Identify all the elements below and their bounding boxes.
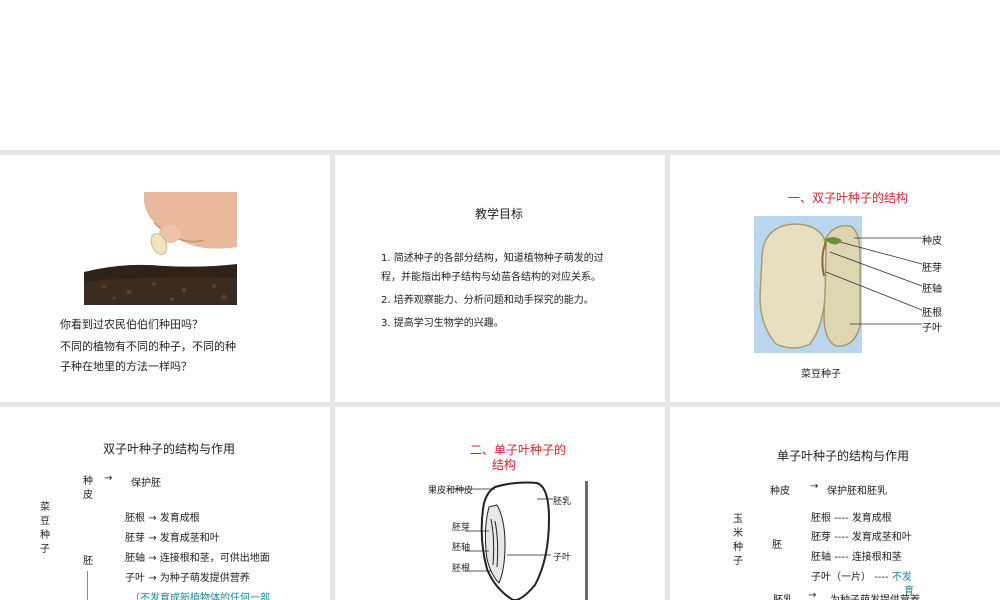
bean-seed-diagram: [754, 216, 934, 356]
diagram-caption: 菜豆种子: [801, 369, 841, 380]
endosperm-arrow: →: [808, 590, 817, 600]
seed-coat-function: 保护胚和胚乳: [827, 486, 887, 497]
slide-thumbnail-5[interactable]: 二、单子叶种子的 结构 果皮和种皮 胚乳 胚芽 胚轴 子叶 胚根: [335, 407, 665, 600]
function: 为种子萌发提供营养: [159, 573, 250, 584]
dash: ----: [834, 552, 849, 563]
dash: ----: [834, 532, 849, 543]
endosperm-function: 为种子萌发提供营养: [830, 591, 920, 600]
row-cotyledon: 子叶 → 为种子萌发提供营养: [125, 569, 250, 584]
row-radicle: 胚根 ---- 发育成根: [811, 509, 892, 524]
slide-title: 一、双子叶种子的结构: [788, 191, 909, 205]
question-text-2a: 不同的植物有不同的种子，不同的种: [60, 340, 236, 353]
part-name: 胚根: [811, 513, 831, 524]
seed-coat-label: 种皮: [770, 486, 790, 497]
label-plumule: 胚芽: [452, 523, 471, 533]
row-plumule: 胚芽 → 发育成茎和叶: [125, 529, 220, 544]
side-char: 豆: [40, 516, 50, 527]
part-name: 子叶: [125, 573, 145, 584]
function: 发育成茎和叶: [159, 533, 220, 544]
slide-title: 双子叶种子的结构与作用: [103, 442, 236, 456]
label-endosperm: 胚乳: [553, 497, 572, 507]
seed-coat-label: 种 皮: [83, 475, 93, 503]
side-char: 种: [40, 530, 50, 541]
seed-coat-char: 皮: [83, 490, 93, 501]
dash: ----: [834, 513, 849, 524]
part-name: 胚芽: [125, 533, 145, 544]
row-hypocotyl: 胚轴 ---- 连接根和茎: [811, 548, 902, 563]
label-cotyledon: 子叶: [553, 553, 572, 563]
seed-coat-arrow: →: [104, 473, 113, 484]
question-text-2b: 子种在地里的方法一样吗？: [60, 360, 192, 373]
label-radicle: 胚根: [922, 308, 942, 319]
top-blank-area: [0, 0, 1000, 150]
embryo-label: 胚: [83, 556, 93, 567]
side-label: 玉 米 种 子: [733, 513, 745, 569]
embryo-bracket-line: [87, 571, 88, 600]
slide-thumbnail-3[interactable]: 一、双子叶种子的结构 种皮 胚芽 胚轴 胚根 子叶 菜豆种子: [670, 155, 1000, 402]
embryo-label: 胚: [772, 540, 782, 551]
part-name: 胚轴: [125, 553, 145, 564]
slide-thumbnail-6[interactable]: 单子叶种子的结构与作用 玉 米 种 子 种皮 → 保护胚和胚乳 胚 胚根 ---…: [670, 407, 1000, 600]
side-char: 子: [733, 556, 743, 567]
objective-1b: 程，并能指出种子结构与幼苗各结构的对应关系。: [381, 272, 601, 283]
side-char: 玉: [733, 514, 743, 525]
part-name: 子叶（一片）: [811, 572, 871, 583]
arrow: →: [148, 573, 157, 584]
seed-coat-char: 种: [83, 476, 93, 487]
side-label: 菜 豆 种 子: [40, 501, 52, 557]
part-name: 胚根: [125, 513, 145, 524]
function: 发育成根: [851, 513, 892, 524]
label-hypocotyl: 胚轴: [922, 284, 942, 295]
function: 连接根和茎，可供出地面: [159, 553, 270, 564]
label-hypocotyl: 胚轴: [452, 543, 471, 553]
part-name: 胚芽: [811, 532, 831, 543]
slide-title-line2: 结构: [492, 458, 517, 472]
label-cotyledon: 子叶: [922, 323, 942, 334]
arrow: →: [148, 513, 157, 524]
objective-2: 2. 培养观察能力、分析问题和动手探究的能力。: [381, 295, 594, 306]
endosperm-label: 胚乳: [773, 591, 793, 600]
arrow: →: [148, 533, 157, 544]
slide-title: 教学目标: [475, 207, 524, 221]
side-char: 子: [40, 544, 50, 555]
slide-thumbnail-4[interactable]: 双子叶种子的结构与作用 菜 豆 种 子 种 皮 → 保护胚 胚 胚根 → 发育成…: [0, 407, 330, 600]
cotyledon-note: （不发育成新植物体的任何一部: [130, 593, 270, 600]
label-seed-coat: 种皮: [922, 236, 942, 247]
row-cotyledon: 子叶（一片） ---- 不发: [811, 568, 912, 583]
label-radicle: 胚根: [452, 564, 471, 574]
seed-coat-arrow: →: [810, 481, 819, 492]
label-plumule: 胚芽: [922, 263, 942, 274]
question-text-1: 你看到过农民伯伯们种田吗？: [60, 318, 203, 331]
label-pericarp-seed-coat: 果皮和种皮: [428, 486, 474, 496]
slide-title-line1: 二、单子叶种子的: [470, 443, 567, 457]
side-char: 米: [733, 528, 743, 539]
function: 发育成根: [159, 513, 200, 524]
row-plumule: 胚芽 ---- 发育成茎和叶: [811, 528, 912, 543]
row-radicle: 胚根 → 发育成根: [125, 509, 200, 524]
objective-3: 3. 提高学习生物学的兴趣。: [381, 318, 504, 329]
objective-1a: 1. 简述种子的各部分结构，知道植物种子萌发的过: [381, 253, 604, 264]
dash: ----: [874, 572, 889, 583]
row-hypocotyl: 胚轴 → 连接根和茎，可供出地面: [125, 549, 270, 564]
function: 连接根和茎: [851, 552, 902, 563]
part-name: 胚轴: [811, 552, 831, 563]
arrow: →: [148, 553, 157, 564]
seed-coat-function: 保护胚: [131, 478, 161, 489]
slide-thumbnail-1[interactable]: 你看到过农民伯伯们种田吗？ 不同的植物有不同的种子，不同的种 子种在地里的方法一…: [0, 155, 330, 402]
slide-title: 单子叶种子的结构与作用: [777, 449, 910, 463]
side-char: 种: [733, 542, 743, 553]
seed-planting-photo: [84, 192, 237, 305]
slide-thumbnail-2[interactable]: 教学目标 1. 简述种子的各部分结构，知道植物种子萌发的过 程，并能指出种子结构…: [335, 155, 665, 402]
function: 发育成茎和叶: [851, 532, 912, 543]
side-char: 菜: [40, 502, 50, 513]
